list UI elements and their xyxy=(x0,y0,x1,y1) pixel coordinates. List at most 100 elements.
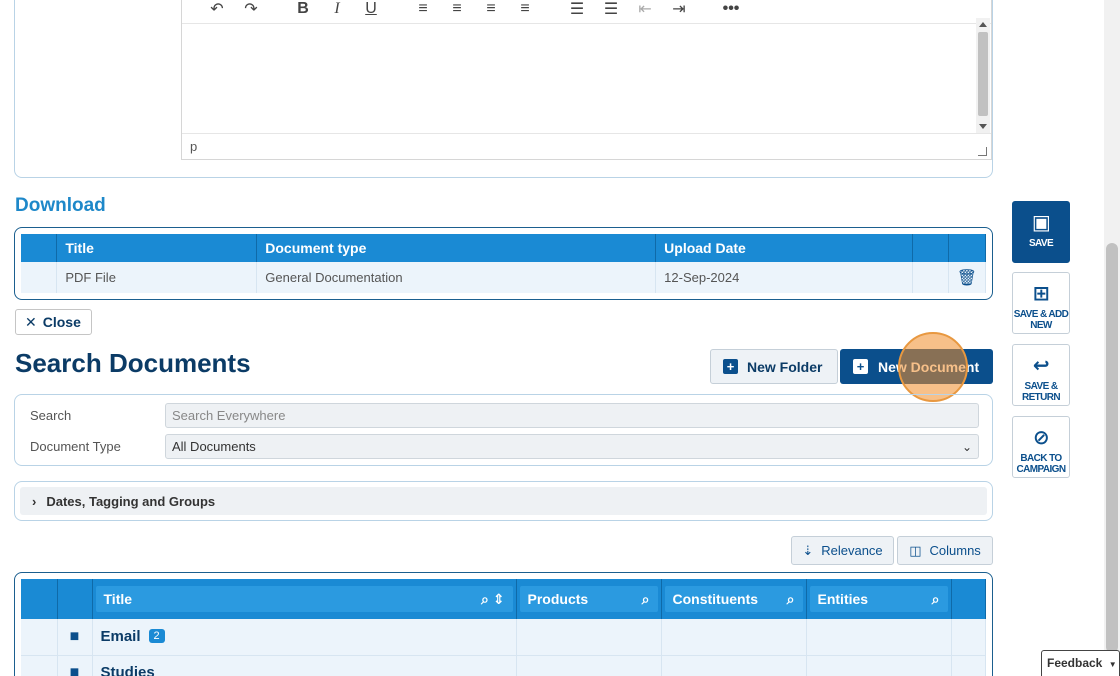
constituents-cell xyxy=(661,619,807,656)
folder-icon-cell: ■ xyxy=(57,619,93,656)
feedback-button[interactable]: Feedback ▼ xyxy=(1041,650,1120,676)
align-center-icon[interactable]: ≡ xyxy=(440,0,474,19)
bullet-list-icon[interactable]: ☰ xyxy=(560,0,594,19)
sort-relevance-button[interactable]: ⇣ Relevance xyxy=(791,536,894,565)
more-icon[interactable]: ••• xyxy=(714,0,748,19)
document-type-select[interactable]: All Documents ⌄ xyxy=(165,434,979,459)
column-header-constituents[interactable]: Constituents ⌕ xyxy=(661,579,807,619)
results-table-container: Title ⌕ ⇕ Products ⌕ Constituents ⌕ Entitie… xyxy=(14,572,993,676)
actions-column-header xyxy=(948,234,987,262)
column-header-title[interactable]: Title ⌕ ⇕ xyxy=(92,579,517,619)
select-column-header xyxy=(21,579,58,619)
editor-scrollbar-thumb[interactable] xyxy=(978,32,988,116)
element-path[interactable]: p xyxy=(190,139,197,154)
search-icon[interactable]: ⌕ xyxy=(932,591,940,608)
scroll-up-icon[interactable] xyxy=(979,22,987,27)
row-select-cell[interactable] xyxy=(21,655,58,676)
folder-icon: ■ xyxy=(69,664,80,676)
search-input[interactable]: Search Everywhere xyxy=(165,403,979,428)
constituents-cell xyxy=(661,655,807,676)
indent-icon[interactable]: ⇥ xyxy=(662,0,696,19)
search-label: Search xyxy=(30,408,72,423)
numbered-list-icon[interactable]: ☰ xyxy=(594,0,628,19)
select-column-header xyxy=(21,234,58,262)
folder-name[interactable]: Email xyxy=(93,628,141,645)
column-header-products[interactable]: Products ⌕ xyxy=(516,579,662,619)
spacer-cell xyxy=(912,262,949,293)
align-left-icon[interactable]: ≡ xyxy=(406,0,440,19)
close-button-label: Close xyxy=(42,314,81,330)
bold-icon[interactable]: B xyxy=(286,0,320,19)
save-add-new-button[interactable]: ⊞ SAVE & ADD NEW xyxy=(1012,272,1070,334)
column-header-upload-date[interactable]: Upload Date xyxy=(655,234,913,262)
plus-square-icon: ⊞ xyxy=(1032,283,1050,305)
back-to-campaign-label: BACK TO CAMPAIGN xyxy=(1016,453,1067,475)
count-badge: 2 xyxy=(148,628,165,643)
page-scrollbar-thumb[interactable] xyxy=(1106,243,1118,653)
columns-label: Columns xyxy=(929,543,981,558)
constituents-header-label: Constituents xyxy=(672,591,759,607)
trash-icon: 🗑 xyxy=(956,269,977,287)
download-heading: Download xyxy=(15,195,106,216)
upload-date-cell: 12-Sep-2024 xyxy=(655,262,913,293)
row-title-cell[interactable]: Email 2 xyxy=(92,619,517,656)
underline-icon[interactable]: U xyxy=(354,0,388,19)
new-document-button[interactable]: + New Document xyxy=(840,349,993,384)
column-header-entities[interactable]: Entities ⌕ xyxy=(806,579,952,619)
type-column-header xyxy=(57,579,93,619)
spacer-column-header xyxy=(951,579,986,619)
new-folder-button[interactable]: + New Folder xyxy=(710,349,838,384)
filters-label: Dates, Tagging and Groups xyxy=(46,493,216,509)
close-icon: ✕ xyxy=(25,313,37,330)
search-icon[interactable]: ⌕ xyxy=(787,591,795,608)
table-row[interactable]: PDF File General Documentation 12-Sep-20… xyxy=(21,262,987,293)
entities-header-label: Entities xyxy=(817,591,869,607)
feedback-label: Feedback xyxy=(1047,656,1103,670)
rich-text-editor: ↶ ↷ B I U ≡ ≡ ≡ ≡ ☰ ☰ ⇤ ⇥ ••• p xyxy=(181,0,992,160)
file-title[interactable]: PDF File xyxy=(56,262,258,293)
save-return-button[interactable]: ↩ SAVE & RETURN xyxy=(1012,344,1070,406)
row-select-cell[interactable] xyxy=(21,619,58,656)
scroll-down-icon[interactable] xyxy=(979,124,987,129)
align-right-icon[interactable]: ≡ xyxy=(474,0,508,19)
row-select-cell[interactable] xyxy=(21,262,58,293)
chevron-right-icon: › xyxy=(32,493,37,509)
filters-panel: › Dates, Tagging and Groups xyxy=(14,481,993,521)
download-table-container: Title Document type Upload Date PDF File… xyxy=(14,227,993,300)
table-row[interactable]: ■ Email 2 xyxy=(21,619,986,656)
folder-name[interactable]: Studies xyxy=(93,664,155,676)
back-to-campaign-button[interactable]: ⊘ BACK TO CAMPAIGN xyxy=(1012,416,1070,478)
resize-handle-icon[interactable] xyxy=(978,147,987,156)
search-icon[interactable]: ⌕ ⇕ xyxy=(481,591,504,608)
sort-icon: ⇣ xyxy=(802,542,814,558)
table-row[interactable]: ■ Studies xyxy=(21,655,986,676)
document-type-cell: General Documentation xyxy=(256,262,657,293)
close-button[interactable]: ✕ Close xyxy=(15,309,92,335)
justify-icon[interactable]: ≡ xyxy=(508,0,542,19)
row-title-cell[interactable]: Studies xyxy=(92,655,517,676)
document-type-value: All Documents xyxy=(172,439,256,454)
relevance-label: Relevance xyxy=(821,543,883,558)
chevron-down-icon: ▼ xyxy=(1108,660,1117,669)
columns-button[interactable]: ◫ Columns xyxy=(897,536,993,565)
search-icon[interactable]: ⌕ xyxy=(642,591,650,608)
products-header-label: Products xyxy=(527,591,589,607)
redo-icon[interactable]: ↷ xyxy=(234,0,268,19)
undo-icon[interactable]: ↶ xyxy=(200,0,234,19)
filters-toggle[interactable]: › Dates, Tagging and Groups xyxy=(20,487,987,515)
entities-cell xyxy=(806,655,952,676)
search-form: Search Search Everywhere Document Type A… xyxy=(14,394,993,466)
delete-button[interactable]: 🗑 xyxy=(948,262,987,293)
folder-icon: ■ xyxy=(69,627,80,645)
save-button[interactable]: ▣ SAVE xyxy=(1012,201,1070,263)
column-header-title[interactable]: Title xyxy=(56,234,258,262)
column-header-document-type[interactable]: Document type xyxy=(256,234,657,262)
save-return-label: SAVE & RETURN xyxy=(1021,381,1061,403)
title-header-label: Title xyxy=(103,591,133,607)
outdent-icon[interactable]: ⇤ xyxy=(628,0,662,19)
italic-icon[interactable]: I xyxy=(320,0,354,19)
columns-icon: ◫ xyxy=(909,542,922,558)
save-icon: ▣ xyxy=(1031,212,1051,234)
editor-content-area[interactable] xyxy=(182,25,991,135)
search-documents-heading: Search Documents xyxy=(15,348,251,378)
